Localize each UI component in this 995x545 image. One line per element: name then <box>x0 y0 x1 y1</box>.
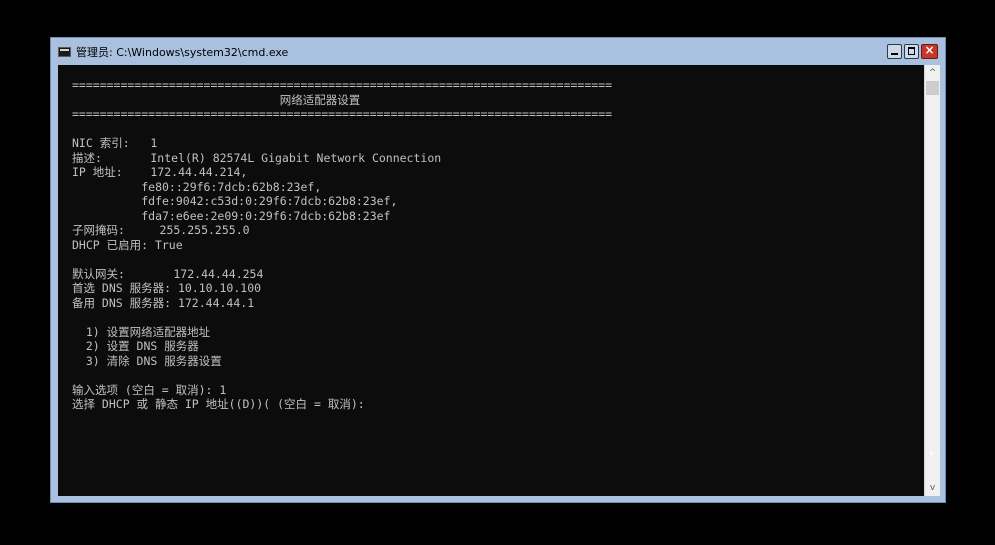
console-text: ========================================… <box>72 78 612 412</box>
console-line: fdfe:9042:c53d:0:29f6:7dcb:62b8:23ef, <box>72 194 398 208</box>
title-bar[interactable]: 管理员: C:\Windows\system32\cmd.exe × <box>51 38 945 65</box>
console-line: 首选 DNS 服务器: 10.10.10.100 <box>72 281 262 295</box>
console-line: 网络适配器设置 <box>72 92 361 107</box>
cmd-icon[interactable] <box>58 47 71 57</box>
console-line: DHCP 已启用: True <box>72 237 183 252</box>
console-line: NIC 索引: 1 <box>72 136 158 150</box>
scroll-up-icon[interactable]: ^ <box>925 65 940 81</box>
close-icon: × <box>924 43 935 57</box>
scroll-down-icon[interactable]: v <box>925 480 940 496</box>
console-line: 选择 DHCP 或 静态 IP 地址((D))( (空白 = 取消): <box>72 397 365 411</box>
console-output[interactable]: ========================================… <box>58 65 924 496</box>
cmd-window: 管理员: C:\Windows\system32\cmd.exe × =====… <box>50 37 946 503</box>
desktop: 管理员: C:\Windows\system32\cmd.exe × =====… <box>0 0 995 545</box>
console-line: 1) 设置网络适配器地址 <box>72 324 211 339</box>
console-line: IP 地址: 172.44.44.214, <box>72 165 248 179</box>
console-line: ========================================… <box>72 78 613 92</box>
console-line: 3) 清除 DNS 服务器设置 <box>72 353 222 368</box>
minimize-button[interactable] <box>887 44 902 59</box>
console-line: fe80::29f6:7dcb:62b8:23ef, <box>72 179 322 194</box>
console-line: 输入选项 (空白 = 取消): 1 <box>72 382 227 397</box>
console-line: 子网掩码: 255.255.255.0 <box>72 223 250 237</box>
scroll-thumb[interactable] <box>926 81 939 95</box>
mouse-cursor-icon: ⇠ <box>929 446 940 460</box>
window-title: 管理员: C:\Windows\system32\cmd.exe <box>76 46 289 59</box>
console-line: 2) 设置 DNS 服务器 <box>72 339 199 353</box>
console-line: fda7:e6ee:2e09:0:29f6:7dcb:62b8:23ef <box>72 208 391 223</box>
maximize-button[interactable] <box>904 44 919 59</box>
vertical-scrollbar[interactable]: ^ v <box>924 65 940 496</box>
console-line: 默认网关: 172.44.44.254 <box>72 266 264 281</box>
console-line: 描述: Intel(R) 82574L Gigabit Network Conn… <box>72 150 442 165</box>
close-button[interactable]: × <box>921 43 938 59</box>
console-line: 备用 DNS 服务器: 172.44.44.1 <box>72 295 255 310</box>
console-line: ========================================… <box>72 107 613 121</box>
